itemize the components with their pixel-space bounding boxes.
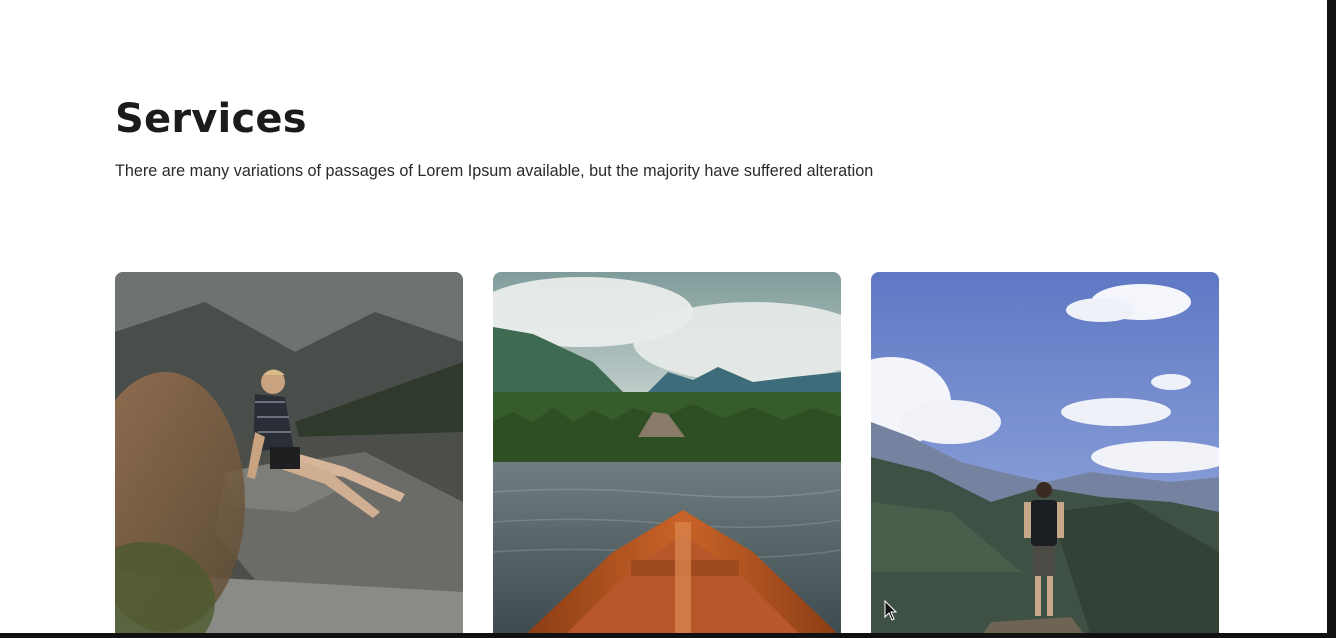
hiker-overlooking-mountain-range-photo <box>871 272 1219 637</box>
window-border-bottom <box>0 633 1336 638</box>
section-title: Services <box>115 96 307 142</box>
service-card[interactable] <box>871 272 1219 637</box>
person-sitting-on-mountain-rock-photo <box>115 272 463 637</box>
window-border-right <box>1327 0 1336 638</box>
section-subtitle: There are many variations of passages of… <box>115 162 874 180</box>
services-section: Services There are many variations of pa… <box>0 0 1327 637</box>
mouse-cursor-icon <box>884 600 898 621</box>
rowboat-on-mountain-lake-photo <box>493 272 841 637</box>
service-card[interactable] <box>115 272 463 637</box>
service-card[interactable] <box>493 272 841 637</box>
